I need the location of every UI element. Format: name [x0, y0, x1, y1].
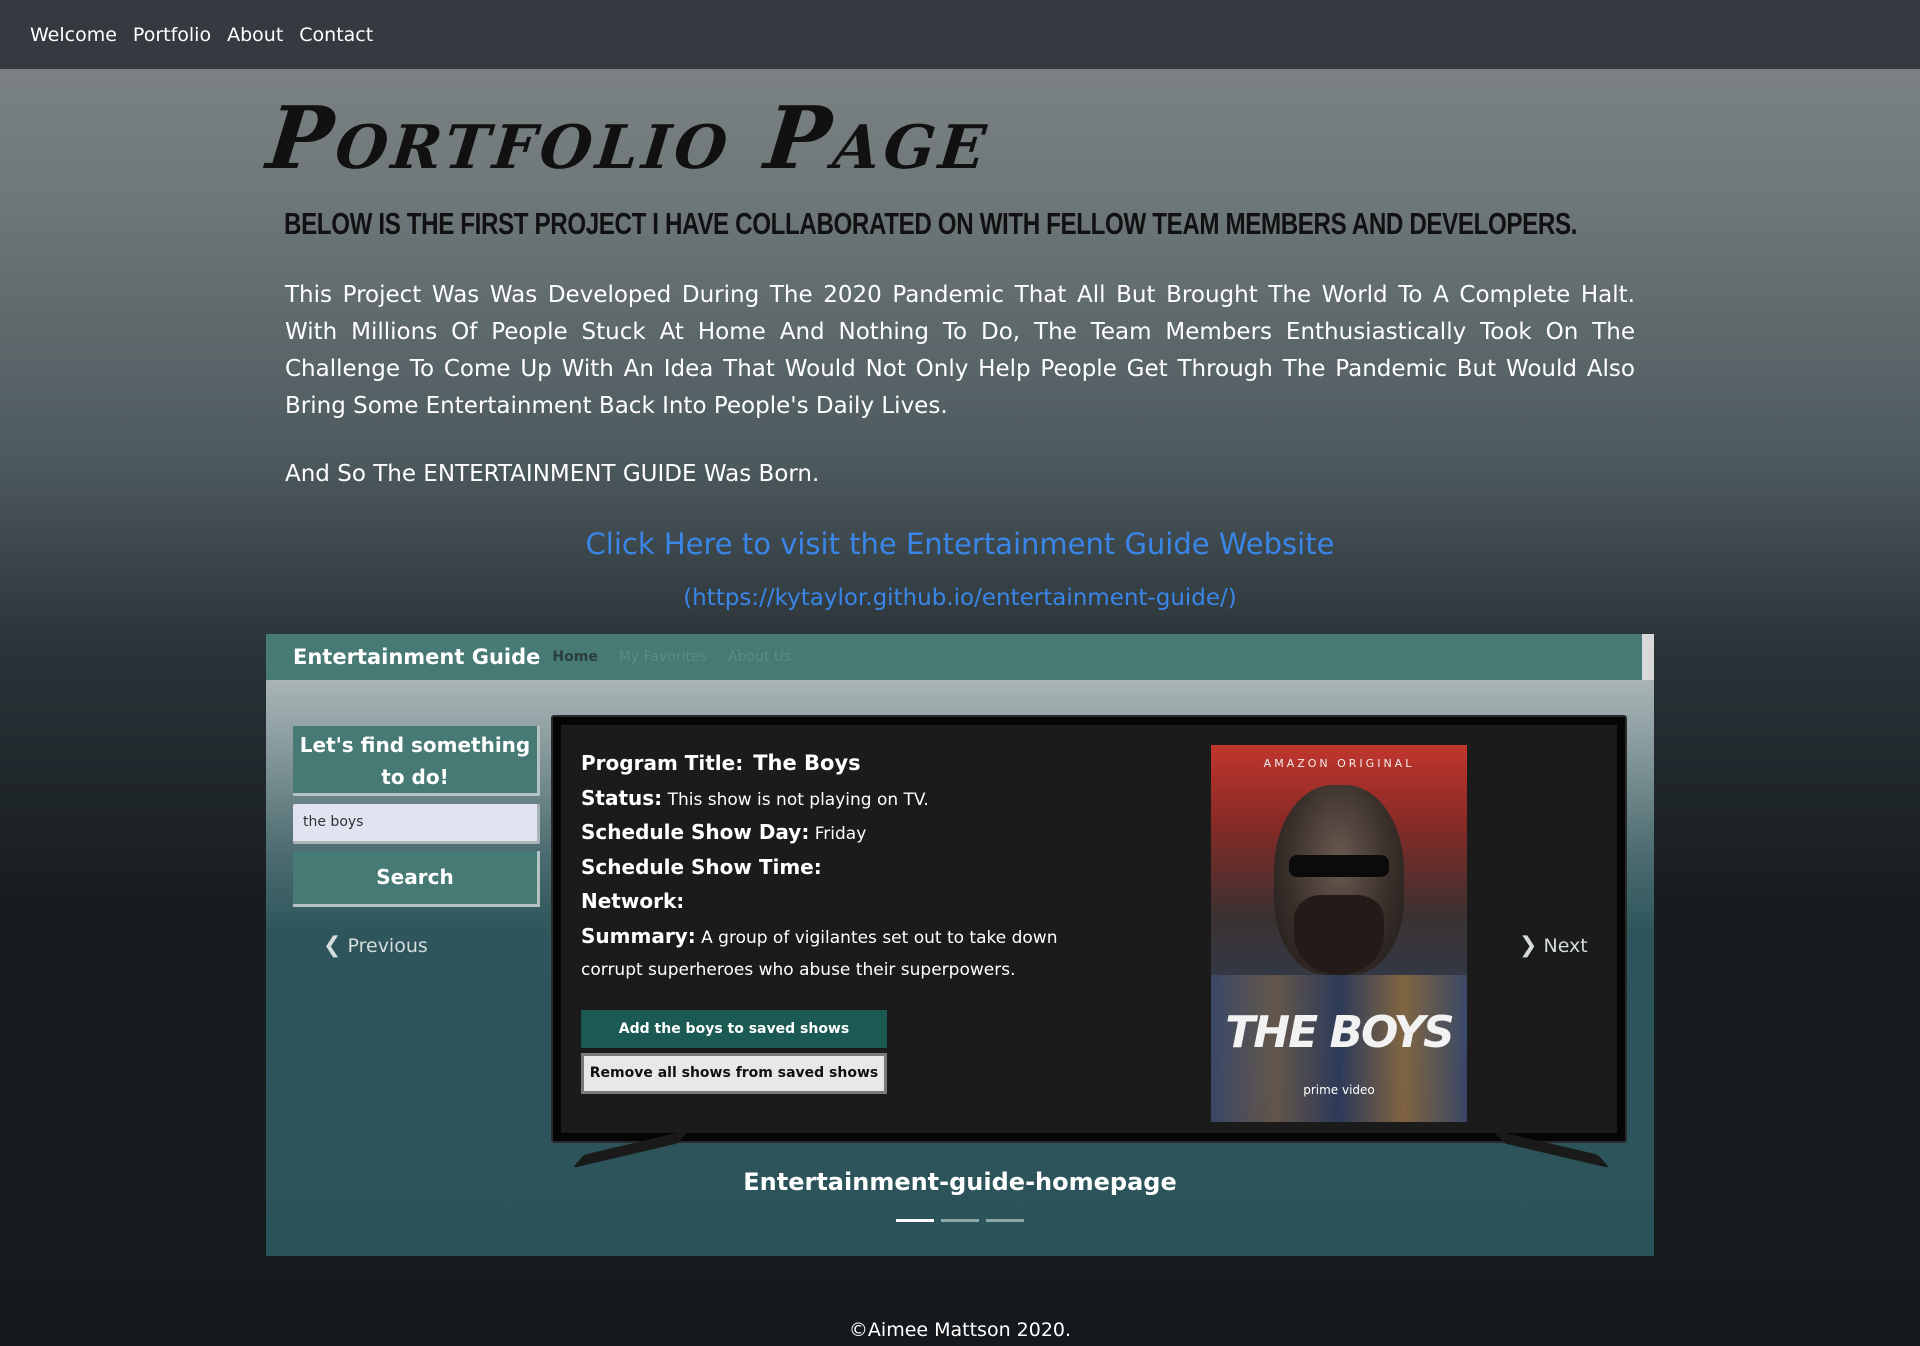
chevron-right-icon: ❯	[1519, 933, 1538, 958]
nav-about[interactable]: About	[227, 24, 283, 46]
screenshot-brand: Entertainment Guide	[293, 645, 541, 669]
status-label: Status:	[581, 785, 663, 810]
program-title-row: Program Title: The Boys	[581, 747, 1101, 782]
footer-copyright: ©Aimee Mattson 2020.	[848, 1319, 1072, 1341]
summary-row: Summary: A group of vigilantes set out t…	[581, 920, 1101, 986]
page-subheading: Below is the first project I have collab…	[284, 206, 1578, 241]
show-poster-image: AMAZON ORIGINAL THE BOYS prime video	[1211, 745, 1467, 1122]
screenshot-navbar: Entertainment Guide Home My Favorites Ab…	[266, 634, 1642, 680]
network-row: Network:	[581, 885, 1101, 920]
website-url-link[interactable]: (https://kytaylor.github.io/entertainmen…	[0, 585, 1920, 611]
carousel-next-button[interactable]: ❯ Next	[1519, 933, 1588, 958]
nav-contact[interactable]: Contact	[299, 24, 373, 46]
nav-welcome[interactable]: Welcome	[30, 24, 117, 46]
screenshot-nav-about: About Us	[727, 649, 792, 665]
previous-label: Previous	[347, 935, 428, 957]
screenshot-remove-saved-button: Remove all shows from saved shows	[581, 1053, 887, 1094]
next-label: Next	[1543, 935, 1588, 957]
show-time-row: Schedule Show Time:	[581, 851, 1101, 886]
nav-portfolio[interactable]: Portfolio	[133, 24, 211, 46]
network-label: Network:	[581, 889, 685, 913]
top-nav: Welcome Portfolio About Contact	[0, 0, 1920, 69]
program-title-value: The Boys	[753, 751, 861, 775]
tv-frame: Program Title: The Boys Status: This show…	[551, 715, 1627, 1143]
project-screenshot-carousel: Entertainment Guide Home My Favorites Ab…	[266, 634, 1654, 1256]
screenshot-nav-favorites: My Favorites	[618, 649, 707, 665]
screenshot-search-button: Search	[293, 851, 540, 907]
carousel-indicator-2[interactable]	[941, 1219, 979, 1222]
show-day-label: Schedule Show Day:	[581, 820, 810, 844]
summary-label: Summary:	[581, 923, 696, 948]
show-time-label: Schedule Show Time:	[581, 854, 822, 879]
chevron-left-icon: ❮	[323, 933, 342, 958]
screenshot-search-input: the boys	[293, 804, 540, 844]
screenshot-nav-home: Home	[552, 649, 598, 665]
carousel-previous-button[interactable]: ❮ Previous	[323, 933, 428, 958]
status-row: Status: This show is not playing on TV.	[581, 782, 1101, 817]
website-link[interactable]: Click Here to visit the Entertainment Gu…	[0, 527, 1920, 561]
program-title-label: Program Title:	[581, 751, 744, 775]
intro-paragraph: This Project Was Was Developed During Th…	[285, 282, 1635, 419]
carousel-indicator-1[interactable]	[896, 1219, 934, 1222]
show-day-value: Friday	[814, 824, 867, 844]
screenshot-find-heading: Let's find something to do!	[293, 726, 540, 796]
poster-glasses	[1289, 855, 1389, 877]
screenshot-scrollbar	[1642, 634, 1654, 680]
poster-top-text: AMAZON ORIGINAL	[1263, 757, 1415, 770]
program-info: Program Title: The Boys Status: This show…	[581, 747, 1101, 986]
poster-prime-video: prime video	[1303, 1083, 1375, 1097]
carousel-indicator-3[interactable]	[986, 1219, 1024, 1222]
status-value: This show is not playing on TV.	[667, 789, 929, 810]
born-statement: And So The ENTERTAINMENT GUIDE Was Born.	[285, 461, 820, 487]
poster-logo: THE BOYS	[1225, 1007, 1455, 1058]
carousel-caption: Entertainment-guide-homepage	[743, 1168, 1177, 1196]
carousel-indicators	[896, 1219, 1024, 1222]
page-title: Portfolio Page	[262, 88, 996, 189]
show-day-row: Schedule Show Day: Friday	[581, 816, 1101, 851]
poster-beard	[1294, 895, 1384, 975]
tv-screen: Program Title: The Boys Status: This show…	[561, 725, 1617, 1133]
screenshot-add-saved-button: Add the boys to saved shows	[581, 1010, 887, 1048]
